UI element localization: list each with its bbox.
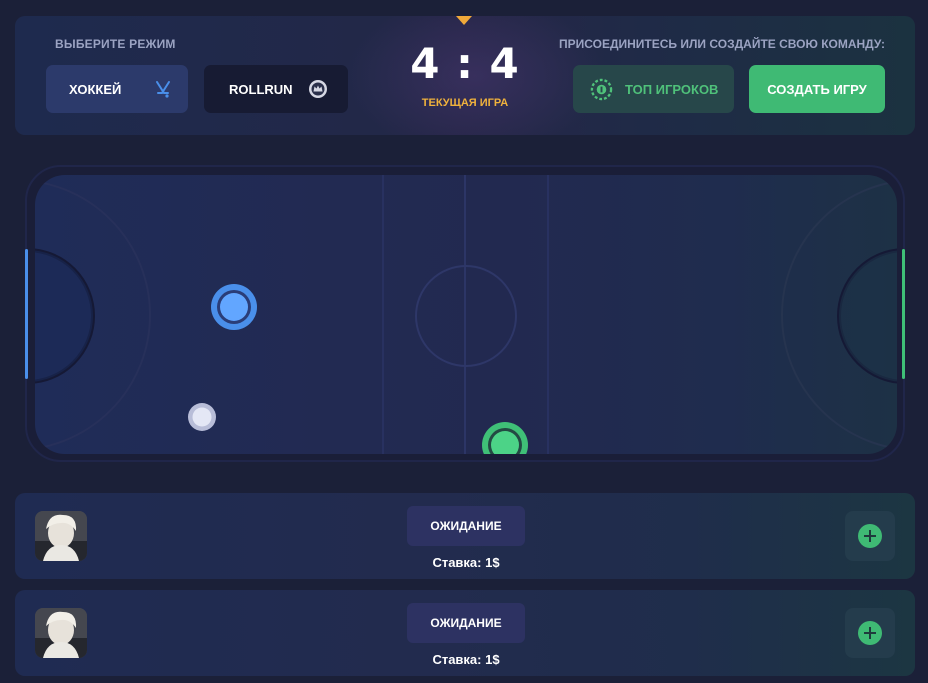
bet-amount: Ставка: 1$ xyxy=(432,652,500,667)
mode-hockey-button[interactable]: ХОККЕЙ xyxy=(46,65,188,113)
top-players-label: ТОП ИГРОКОВ xyxy=(625,81,719,97)
hockey-rink-frame xyxy=(25,165,905,462)
mode-rollrun-button[interactable]: ROLLRUN xyxy=(204,65,348,113)
create-game-label: СОЗДАТЬ ИГРУ xyxy=(767,81,867,97)
bet-amount: Ставка: 1$ xyxy=(432,555,500,570)
game-row: ОЖИДАНИЕ Ставка: 1$ xyxy=(15,493,915,579)
green-player-puck xyxy=(482,422,528,454)
mode-rollrun-label: ROLLRUN xyxy=(229,81,293,97)
status-badge: ОЖИДАНИЕ xyxy=(407,603,525,643)
join-game-button[interactable] xyxy=(845,511,895,561)
score-caption: ТЕКУЩАЯ ИГРА xyxy=(421,97,509,109)
laurel-medal-icon xyxy=(590,78,613,101)
join-game-button[interactable] xyxy=(845,608,895,658)
puck-white xyxy=(188,403,216,431)
game-row: ОЖИДАНИЕ Ставка: 1$ xyxy=(15,590,915,676)
score-pointer-icon xyxy=(456,16,472,25)
green-goal-line xyxy=(902,249,905,379)
status-label: ОЖИДАНИЕ xyxy=(430,519,502,533)
game-header-panel: ВЫБЕРИТЕ РЕЖИМ ХОККЕЙ ROLLRUN 4 : 4 ТЕКУ… xyxy=(15,16,915,135)
plus-icon xyxy=(858,524,882,548)
avatar xyxy=(35,511,87,561)
status-label: ОЖИДАНИЕ xyxy=(430,616,502,630)
blue-goal-line xyxy=(25,249,28,379)
crown-coin-icon xyxy=(309,80,327,98)
join-label: ПРИСОЕДИНИТЕСЬ ИЛИ СОЗДАЙТЕ СВОЮ КОМАНДУ… xyxy=(559,37,886,51)
rink-markings xyxy=(35,175,897,454)
top-players-button[interactable]: ТОП ИГРОКОВ xyxy=(573,65,734,113)
score-display: 4 : 4 xyxy=(410,39,520,88)
create-game-button[interactable]: СОЗДАТЬ ИГРУ xyxy=(749,65,885,113)
blue-player-puck xyxy=(211,284,257,330)
hockey-sticks-icon xyxy=(156,81,170,98)
plus-icon xyxy=(858,621,882,645)
status-badge: ОЖИДАНИЕ xyxy=(407,506,525,546)
mode-hockey-label: ХОККЕЙ xyxy=(69,81,122,97)
avatar xyxy=(35,608,87,658)
mode-label: ВЫБЕРИТЕ РЕЖИМ xyxy=(55,37,176,51)
hockey-rink xyxy=(35,175,897,454)
